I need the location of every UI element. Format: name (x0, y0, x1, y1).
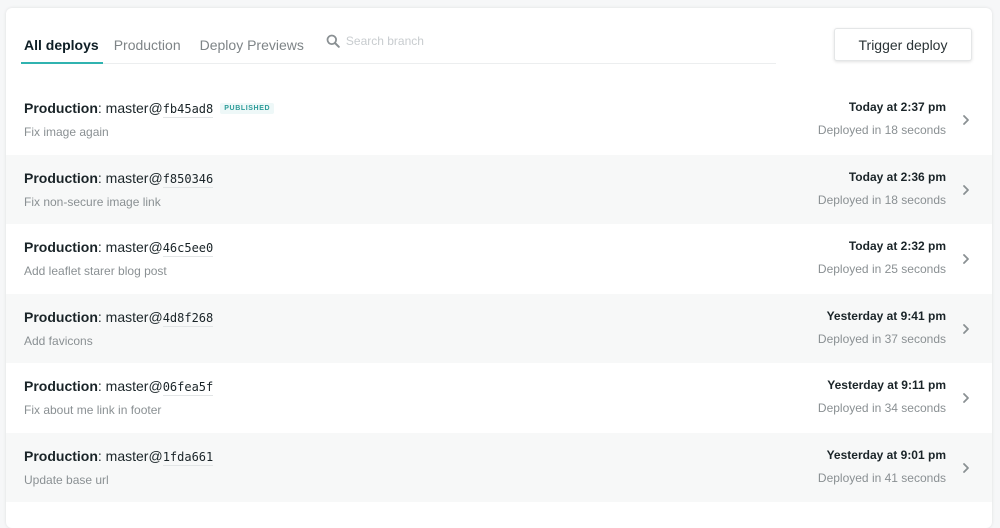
commit-message: Update base url (24, 472, 109, 487)
deploy-time: Today at 2:37 pm (848, 100, 946, 114)
deploy-time: Yesterday at 9:01 pm (826, 447, 946, 462)
commit-sha-link[interactable]: 06fea5f (162, 380, 214, 396)
deploy-time: Yesterday at 9:41 pm (826, 308, 946, 323)
branch-at: @ (148, 308, 163, 325)
commit-message: Fix image again (24, 125, 109, 139)
commit-sha-link[interactable]: f850346 (162, 171, 214, 188)
deploy-branch: master (105, 239, 149, 255)
deploy-title: Production: master@fb45ad8 PUBLISHED (24, 100, 275, 118)
deploy-time: Yesterday at 9:11 pm (827, 378, 946, 392)
deploy-duration: Deployed in 25 seconds (817, 262, 946, 276)
deploy-context: Production (24, 378, 98, 394)
deploy-branch: master (105, 169, 149, 186)
context-separator: : (97, 378, 106, 394)
commit-sha-link[interactable]: fb45ad8 (162, 102, 214, 118)
deploy-duration: Deployed in 41 seconds (817, 470, 946, 485)
context-separator: : (97, 308, 106, 325)
deploy-branch: master (105, 378, 149, 394)
context-separator: : (97, 100, 106, 116)
trigger-deploy-button[interactable]: Trigger deploy (834, 28, 972, 61)
deploy-duration: Deployed in 37 seconds (817, 331, 946, 346)
deploy-context: Production (24, 447, 98, 464)
deploys-card: All deploys Production Deploy Previews T… (6, 8, 992, 528)
deploy-duration: Deployed in 34 seconds (817, 401, 946, 415)
deploy-branch: master (105, 100, 149, 116)
chevron-right-icon (963, 115, 969, 125)
commit-sha-link[interactable]: 46c5ee0 (162, 241, 214, 257)
tab-production[interactable]: Production (111, 26, 189, 64)
deploy-filter-tabs: All deploys Production Deploy Previews (21, 26, 776, 64)
deploy-title: Production: master@1fda661 (24, 447, 214, 466)
deploy-title: Production: master@f850346 (24, 169, 214, 188)
tab-all-deploys[interactable]: All deploys (21, 26, 103, 64)
commit-message: Add leaflet starer blog post (24, 264, 167, 278)
context-separator: : (97, 239, 106, 255)
deploy-row[interactable]: Production: master@fb45ad8 PUBLISHED Fix … (6, 85, 992, 155)
tab-deploy-previews[interactable]: Deploy Previews (197, 26, 312, 64)
deploy-time: Today at 2:32 pm (848, 239, 946, 253)
deploy-row[interactable]: Production: master@1fda661 Update base u… (6, 432, 992, 502)
deploy-list: Production: master@fb45ad8 PUBLISHED Fix … (6, 85, 992, 502)
search-icon (326, 34, 340, 48)
deploy-context: Production (24, 100, 98, 116)
deploy-row[interactable]: Production: master@46c5ee0 Add leaflet s… (6, 224, 992, 294)
deploy-row[interactable]: Production: master@4d8f268 Add favicons … (6, 293, 992, 363)
deploy-context: Production (24, 169, 98, 186)
commit-message: Fix about me link in footer (24, 403, 162, 417)
chevron-right-icon (963, 184, 969, 195)
deploy-row[interactable]: Production: master@06fea5f Fix about me … (6, 363, 992, 433)
commit-message: Add favicons (24, 333, 93, 348)
chevron-right-icon (963, 393, 969, 403)
commit-sha-link[interactable]: 1fda661 (162, 449, 214, 466)
deploy-row[interactable]: Production: master@f850346 Fix non-secur… (6, 154, 992, 224)
commit-sha-link[interactable]: 4d8f268 (162, 310, 214, 327)
deploy-context: Production (24, 239, 98, 255)
deploy-branch: master (105, 447, 149, 464)
deploy-duration: Deployed in 18 seconds (817, 123, 946, 137)
branch-at: @ (148, 239, 163, 255)
deploy-context: Production (24, 308, 98, 325)
chevron-right-icon (963, 323, 969, 334)
deploys-toolbar: All deploys Production Deploy Previews T… (6, 8, 992, 86)
deploy-title: Production: master@46c5ee0 (24, 239, 214, 257)
branch-at: @ (148, 100, 163, 116)
branch-at: @ (148, 447, 163, 464)
deploy-title: Production: master@06fea5f (24, 378, 214, 396)
branch-at: @ (148, 378, 163, 394)
branch-at: @ (148, 169, 163, 186)
published-badge: PUBLISHED (220, 103, 275, 114)
chevron-right-icon (963, 462, 969, 473)
deploy-duration: Deployed in 18 seconds (817, 192, 946, 207)
deploy-title: Production: master@4d8f268 (24, 308, 214, 327)
deploy-branch: master (105, 308, 149, 325)
branch-search (326, 26, 546, 64)
commit-message: Fix non-secure image link (24, 194, 161, 209)
context-separator: : (97, 447, 106, 464)
context-separator: : (97, 169, 106, 186)
search-branch-input[interactable] (345, 34, 546, 48)
deploy-time: Today at 2:36 pm (848, 169, 946, 184)
chevron-right-icon (963, 254, 969, 264)
